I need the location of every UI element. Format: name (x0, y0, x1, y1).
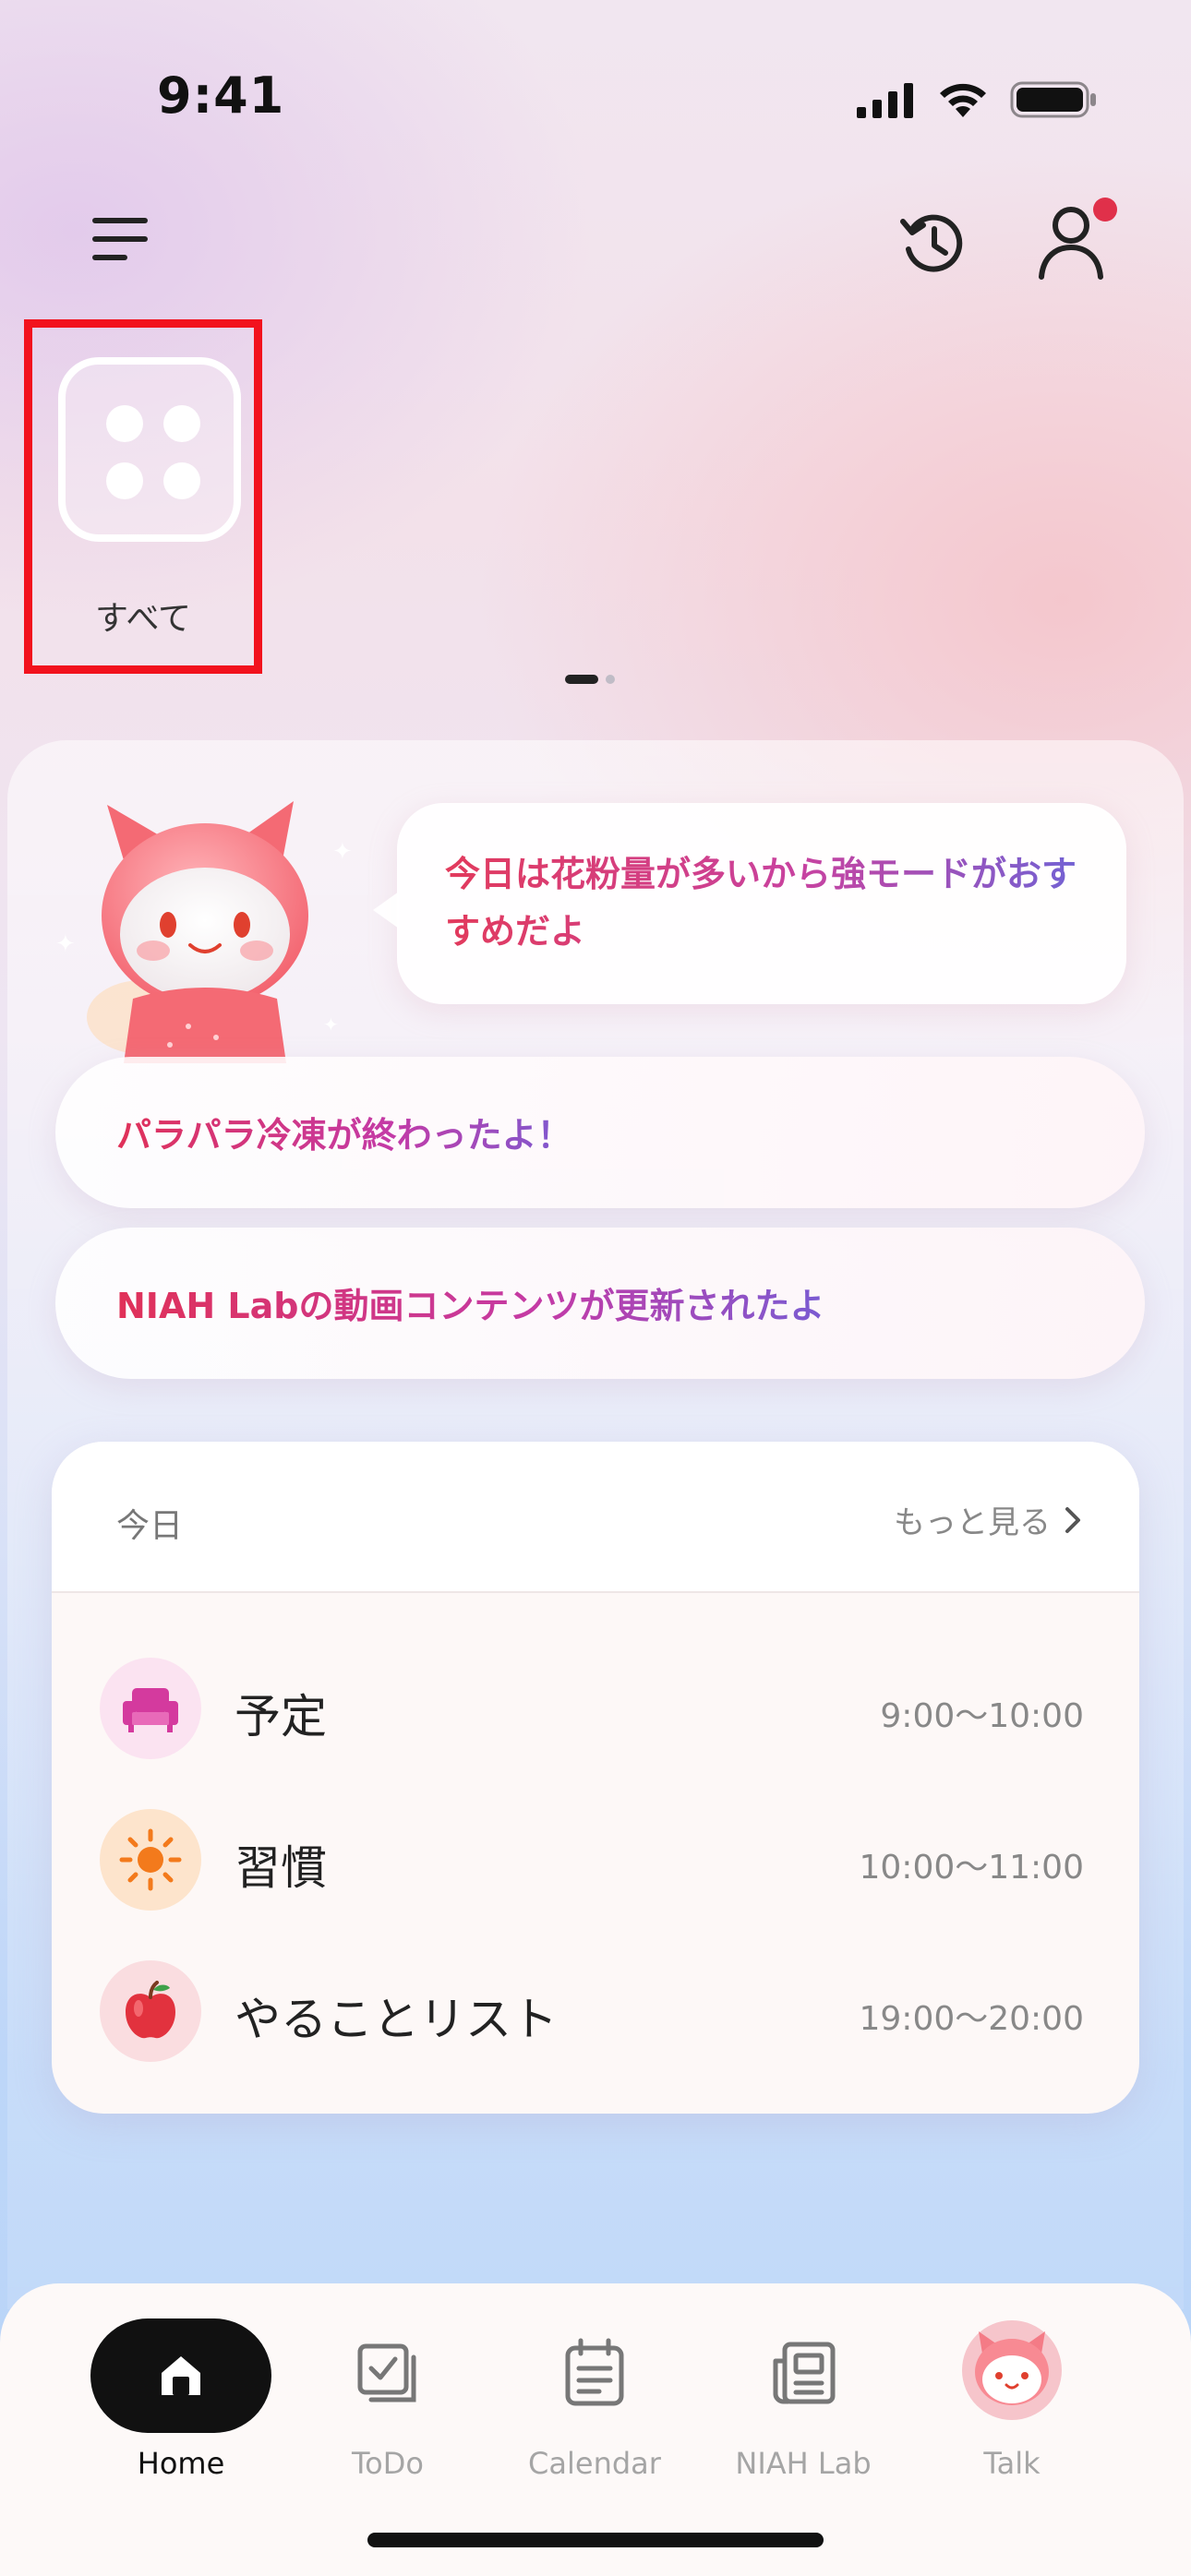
notification-card[interactable]: パラパラ冷凍が終わったよ！ (55, 1057, 1145, 1208)
nav-label: NIAH Lab (735, 2446, 872, 2481)
today-item-time: 9:00～10:00 (880, 1697, 1084, 1735)
sofa-icon (100, 1658, 201, 1759)
home-indicator (367, 2533, 824, 2547)
sparkle-icon: ✦ (332, 838, 353, 866)
nav-talk[interactable]: Talk (920, 2318, 1104, 2494)
history-button[interactable] (897, 209, 968, 279)
status-icons (857, 79, 1099, 120)
today-title: 今日 (116, 1507, 184, 1545)
calendar-icon (560, 2337, 629, 2411)
sparkle-icon: ✦ (55, 930, 76, 958)
apple-icon (100, 1960, 201, 2062)
today-item-label: 予定 (235, 1690, 327, 1743)
wifi-icon (940, 83, 986, 117)
today-item-time: 10:00～11:00 (859, 1849, 1085, 1887)
home-icon (90, 2318, 271, 2433)
more-link[interactable]: もっと見る (894, 1497, 1082, 1542)
more-link-label: もっと見る (894, 1504, 1051, 1541)
notification-text: パラパラ冷凍が終わったよ！ (116, 1107, 572, 1157)
chevron-right-icon (1065, 1506, 1080, 1533)
status-time: 9:41 (157, 66, 285, 125)
page-dot-active (565, 675, 598, 684)
hamburger-menu-icon (92, 218, 148, 260)
notification-text: NIAH Labの動画コンテンツが更新されたよ (116, 1277, 824, 1328)
nav-todo[interactable]: ToDo (295, 2318, 480, 2494)
todo-check-icon (351, 2337, 425, 2411)
mascot-avatar-icon (960, 2318, 1064, 2422)
today-card: 今日 もっと見る 予定 9:00～10:00 習慣 10:00～11:00 やる… (52, 1442, 1139, 2114)
menu-button[interactable] (89, 210, 153, 266)
history-icon (900, 214, 963, 272)
page-dot (606, 675, 615, 684)
newspaper-icon (766, 2337, 840, 2411)
today-item-time: 19:00～20:00 (859, 2000, 1085, 2038)
assistant-message: 今日は花粉量が多いから強モードがおすすめだよ (445, 845, 1091, 960)
mascot-character (87, 801, 308, 1063)
category-all-tile[interactable]: すべて (24, 319, 262, 674)
nav-calendar[interactable]: Calendar (502, 2318, 687, 2494)
nav-label: Home (137, 2446, 225, 2481)
grid-four-dots-icon (58, 357, 241, 542)
nav-home[interactable]: Home (89, 2318, 273, 2494)
signal-icon (857, 83, 913, 118)
today-item-schedule[interactable]: 予定 9:00～10:00 (100, 1648, 1097, 1759)
assistant-speech-bubble: 今日は花粉量が多いから強モードがおすすめだよ (373, 803, 1126, 1004)
battery-icon (1010, 81, 1096, 118)
today-item-habit[interactable]: 習慣 10:00～11:00 (100, 1800, 1097, 1911)
category-label: すべて (94, 600, 192, 638)
sun-icon (100, 1809, 201, 1911)
nav-label: Talk (983, 2446, 1041, 2481)
today-item-label: 習慣 (235, 1841, 327, 1895)
nav-label: ToDo (352, 2446, 424, 2481)
today-header: 今日 もっと見る (52, 1442, 1139, 1593)
today-item-label: やることリスト (235, 1993, 558, 2046)
today-item-todo-list[interactable]: やることリスト 19:00～20:00 (100, 1951, 1097, 2062)
nav-niah-lab[interactable]: NIAH Lab (711, 2318, 896, 2494)
notification-card[interactable]: NIAH Labの動画コンテンツが更新されたよ (55, 1228, 1145, 1379)
sparkle-icon: ✦ (323, 1013, 339, 1036)
notification-dot (1093, 198, 1117, 222)
status-bar: 9:41 (0, 0, 1191, 194)
page-indicator (565, 675, 615, 684)
nav-label: Calendar (528, 2446, 661, 2481)
